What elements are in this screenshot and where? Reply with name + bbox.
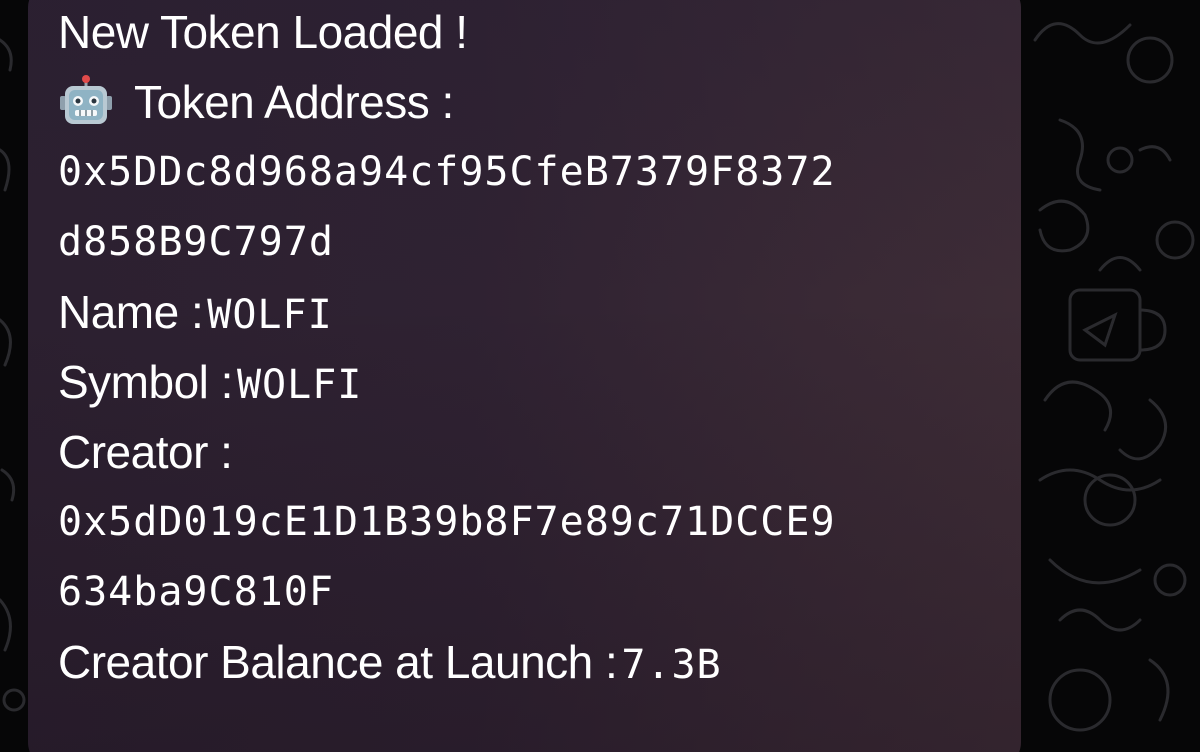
token-address-value-line1[interactable]: 0x5DDc8d968a94cf95CfeB7379F8372: [58, 142, 836, 202]
symbol-row: Symbol : WOLFI: [58, 352, 362, 412]
token-address-row: Token Address :: [58, 72, 454, 132]
creator-address-line2[interactable]: 634ba9C810F: [58, 562, 334, 622]
token-address-value-line2[interactable]: d858B9C797d: [58, 212, 334, 272]
creator-label: Creator :: [58, 426, 233, 478]
name-value: WOLFI: [207, 292, 333, 338]
message-heading: New Token Loaded !: [58, 6, 468, 58]
name-row: Name : WOLFI: [58, 282, 333, 342]
creator-address-line1[interactable]: 0x5dD019cE1D1B39b8F7e89c71DCCE9: [58, 492, 836, 552]
robot-face-icon: [60, 74, 112, 124]
chat-background: New Token Loaded ! Token Address : 0x5DD…: [0, 0, 1200, 752]
creator-balance-row: Creator Balance at Launch : 7.3B: [58, 632, 722, 692]
creator-balance-label: Creator Balance at Launch :: [58, 636, 618, 688]
symbol-value: WOLFI: [236, 362, 363, 408]
token-address-label: Token Address :: [134, 76, 454, 128]
name-label: Name :: [58, 286, 204, 338]
creator-balance-value: 7.3B: [621, 642, 722, 688]
symbol-label: Symbol :: [58, 356, 233, 408]
